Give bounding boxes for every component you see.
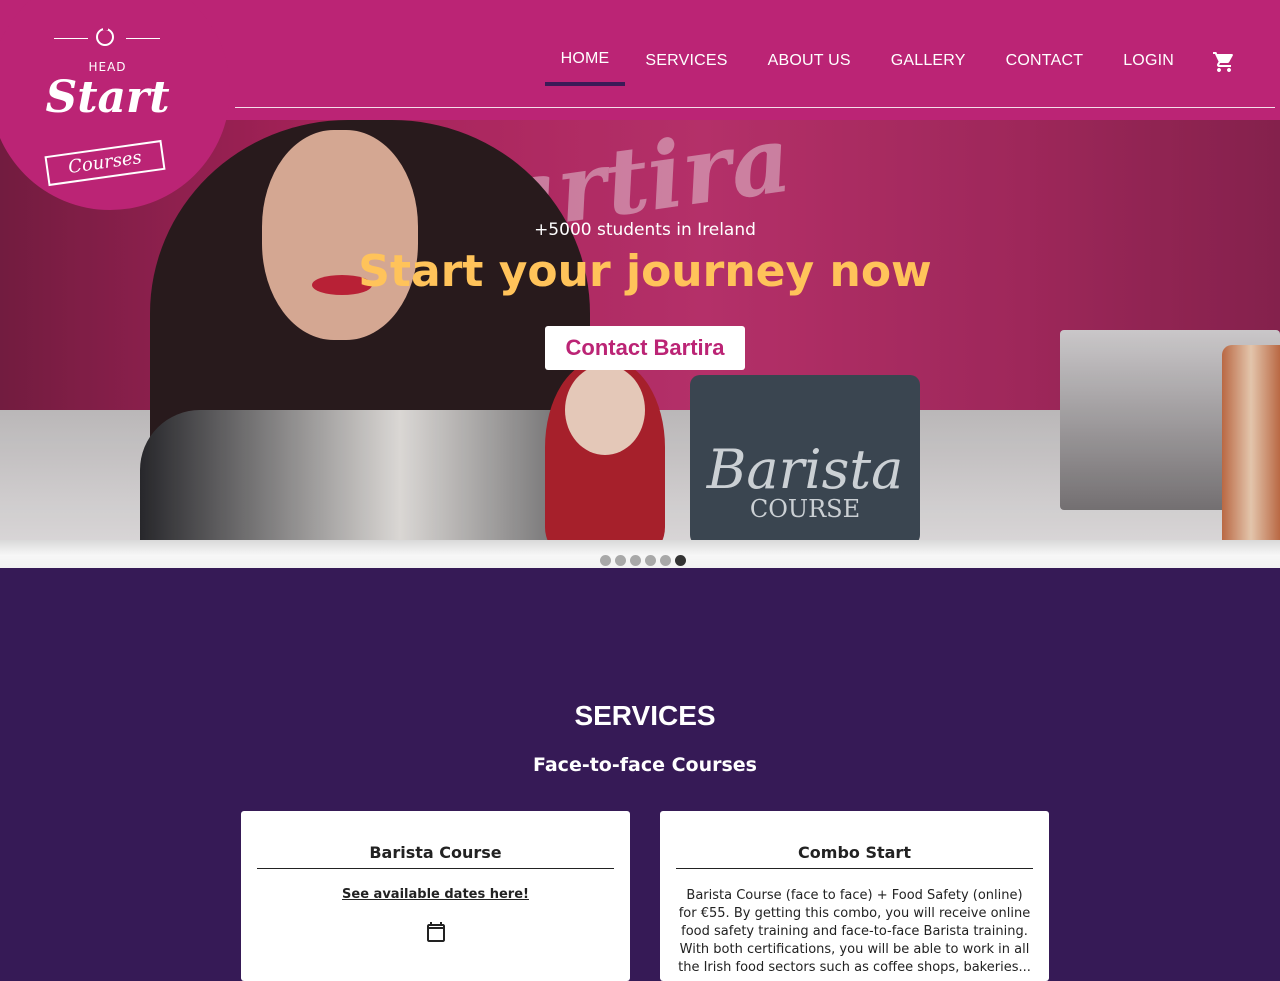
nav-divider xyxy=(235,107,1275,108)
carousel-dot-2[interactable] xyxy=(615,555,626,566)
card-title: Barista Course xyxy=(257,843,614,869)
service-card-combo: Combo Start Barista Course (face to face… xyxy=(660,811,1049,981)
available-dates-link[interactable]: See available dates here! xyxy=(241,887,630,902)
hero-subtitle: +5000 students in Ireland xyxy=(534,220,756,240)
hero-banner: Bartira Barista COURSE +5000 students in… xyxy=(0,120,1280,540)
nav-gallery[interactable]: GALLERY xyxy=(871,42,986,84)
carousel-dot-6[interactable] xyxy=(675,555,686,566)
carousel-dot-5[interactable] xyxy=(660,555,671,566)
carousel-dots xyxy=(600,555,686,566)
logo-line-left xyxy=(54,38,88,39)
logo-line-right xyxy=(126,38,160,39)
logo-courses-ribbon: Courses xyxy=(44,139,166,187)
hero-title: Start your journey now xyxy=(358,246,932,297)
carousel-controls xyxy=(0,540,1280,568)
nav-home[interactable]: HOME xyxy=(544,42,626,86)
shopping-cart-icon[interactable] xyxy=(1212,50,1236,74)
logo-start-text: Start xyxy=(45,72,170,123)
nav-contact[interactable]: CONTACT xyxy=(986,42,1104,84)
carousel-dot-3[interactable] xyxy=(630,555,641,566)
calendar-icon[interactable] xyxy=(424,920,448,944)
contact-bartira-button[interactable]: Contact Bartira xyxy=(545,326,745,370)
carousel-dot-4[interactable] xyxy=(645,555,656,566)
logo-ring-icon xyxy=(96,25,114,46)
service-card-barista: Barista Course See available dates here! xyxy=(241,811,630,981)
card-title: Combo Start xyxy=(676,843,1033,869)
nav-services[interactable]: SERVICES xyxy=(625,42,747,84)
card-description: Barista Course (face to face) + Food Saf… xyxy=(678,888,1031,975)
nav-login[interactable]: LOGIN xyxy=(1103,42,1194,84)
carousel-dot-1[interactable] xyxy=(600,555,611,566)
site-logo[interactable]: HEAD Start Courses xyxy=(40,22,175,197)
nav-about-us[interactable]: ABOUT US xyxy=(748,42,871,84)
services-heading: SERVICES xyxy=(574,700,716,731)
main-nav: HOME SERVICES ABOUT US GALLERY CONTACT L… xyxy=(544,42,1236,86)
services-subheading: Face-to-face Courses xyxy=(533,754,757,776)
